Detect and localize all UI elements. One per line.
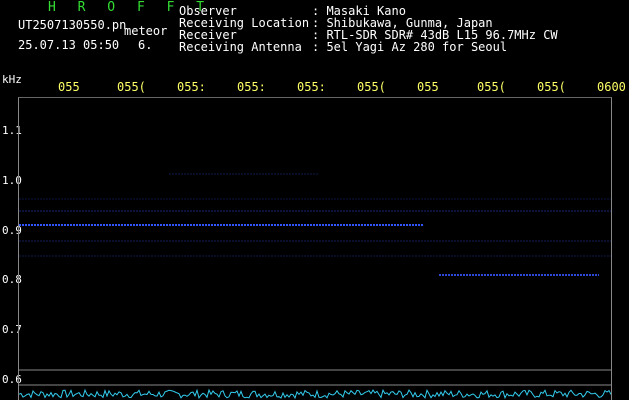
time-label: 055( [357, 80, 386, 94]
time-label: 055 [417, 80, 439, 94]
time-label: 055: [177, 80, 206, 94]
time-label: 055 [58, 80, 80, 94]
info-label-antenna: Receiving Antenna [179, 40, 302, 54]
time-label: 0600 [597, 80, 626, 94]
noise-floor [19, 388, 611, 400]
signal-traces [19, 173, 611, 276]
time-label: 055( [537, 80, 566, 94]
datetime-label: 25.07.13 05:50 [18, 38, 120, 52]
info-value-antenna: : 5el Yagi Az 280 for Seoul [312, 40, 508, 54]
spectrogram-panel [18, 97, 612, 400]
time-label: 055( [477, 80, 506, 94]
time-label: 055( [117, 80, 146, 94]
filename-label: UT2507130550.pn [18, 18, 127, 32]
noise-floor-trace [19, 388, 611, 400]
count-label: 6. [138, 38, 153, 52]
freq-unit-label: kHz [2, 73, 22, 86]
time-label: 055: [297, 80, 326, 94]
time-label: 055: [237, 80, 266, 94]
spectrogram [19, 173, 611, 400]
meteor-label: meteor [124, 24, 168, 38]
